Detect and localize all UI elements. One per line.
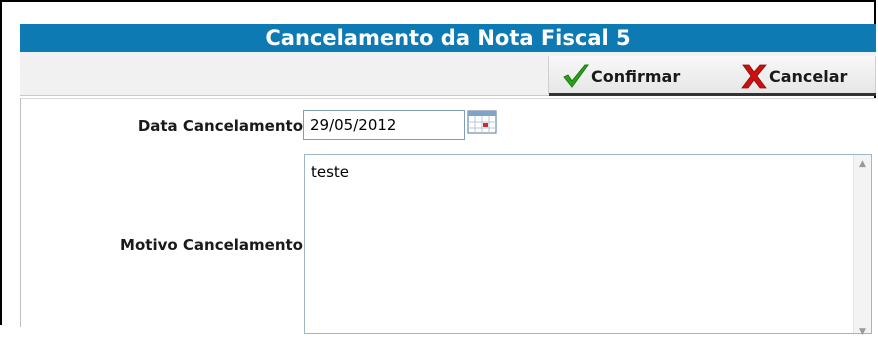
- scroll-up-arrow-icon[interactable]: ▲: [854, 155, 871, 173]
- x-icon: [741, 64, 767, 89]
- cancel-button-label: Cancelar: [769, 66, 848, 86]
- cancel-button[interactable]: Cancelar: [739, 62, 847, 90]
- motivo-cancelamento-label: Motivo Cancelamento: [120, 236, 303, 254]
- data-cancelamento-label: Data Cancelamento: [137, 117, 303, 135]
- data-cancelamento-input[interactable]: [303, 110, 465, 140]
- dialog-frame: Cancelamento da Nota Fiscal 5 Confirmar …: [0, 0, 876, 337]
- confirm-button-label: Confirmar: [591, 66, 681, 86]
- scroll-down-arrow-icon[interactable]: ▼: [854, 323, 871, 341]
- toolbar-buttons: Confirmar Cancelar: [548, 56, 876, 96]
- dialog-title: Cancelamento da Nota Fiscal 5: [20, 24, 876, 52]
- motivo-textarea-wrap: teste ▲ ▼: [304, 154, 872, 337]
- toolbar: Confirmar Cancelar: [20, 52, 876, 96]
- textarea-scrollbar[interactable]: ▲ ▼: [853, 155, 871, 337]
- check-icon: [563, 64, 589, 88]
- calendar-icon[interactable]: [467, 110, 497, 134]
- cancel-form: Data Cancelamento Motivo Cancelamento te…: [20, 98, 876, 337]
- motivo-cancelamento-input[interactable]: teste: [305, 155, 853, 333]
- confirm-button[interactable]: Confirmar: [561, 62, 680, 90]
